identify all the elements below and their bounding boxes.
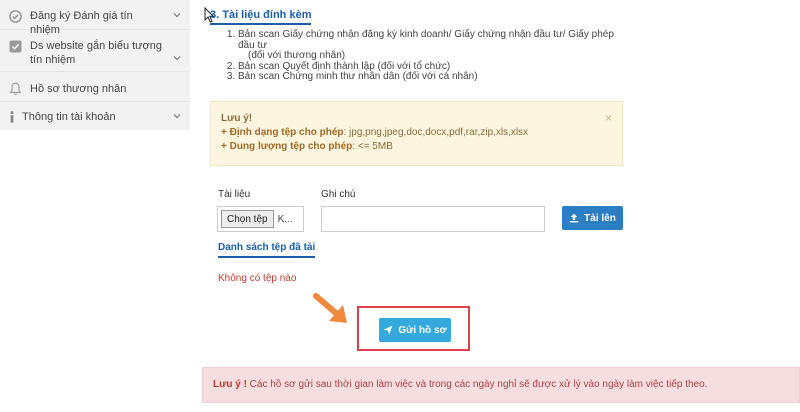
file-rules-notice: Lưu ý! + Định dạng tệp cho phép: jpg,png… [210,101,623,166]
submit-button-label: Gửi hồ sơ [398,324,447,336]
document-requirements-list: Bản scan Giấy chứng nhận đăng ký kinh do… [226,29,626,83]
note-label: Ghi chú [321,189,356,200]
chevron-down-icon [173,55,181,60]
upload-button[interactable]: Tải lên [562,206,623,230]
sidebar-item-label: Thông tin tài khoản [22,111,116,123]
sidebar-item-trust-websites[interactable]: Ds website gắn biểu tượng tín nhiệm [0,30,190,72]
sidebar-item-merchant-profile[interactable]: Hồ sơ thương nhân [0,72,190,102]
choose-file-button[interactable]: Chọn tệp [221,210,274,228]
check-square-icon [8,39,22,53]
allowed-size: + Dung lượng tệp cho phép: <= 5MB [221,141,393,152]
section-title: 3. Tài liệu đính kèm [210,9,312,25]
document-label: Tài liệu [218,189,251,200]
sidebar-item-credit-rating[interactable]: Đăng ký Đánh giá tín nhiệm [0,0,190,36]
arrow-icon [313,293,347,323]
sidebar: Đăng ký Đánh giá tín nhiệm Ds website gắ… [0,0,190,130]
info-icon [8,110,16,124]
no-files-message: Không có tệp nào [218,273,297,284]
file-input[interactable]: Chọn tệp K... [217,206,304,232]
upload-button-label: Tải lên [584,212,616,224]
allowed-formats: + Định dạng tệp cho phép: jpg,png,jpeg,d… [221,127,529,138]
processing-time-notice: Lưu ý ! Các hồ sơ gửi sau thời gian làm … [202,367,800,403]
sidebar-item-label: Ds website gắn biểu tượng tín nhiệm [30,40,162,66]
send-icon [383,325,393,335]
chevron-down-icon [173,114,181,119]
list-item: Bản scan Giấy chứng nhận đăng ký kinh do… [238,29,626,62]
sidebar-item-label: Hồ sơ thương nhân [30,83,127,95]
notice-label: Lưu ý ! [213,379,247,390]
chevron-down-icon [173,12,181,17]
close-icon[interactable]: × [605,111,612,125]
sidebar-item-account-info[interactable]: Thông tin tài khoản [0,102,190,130]
check-circle-icon [8,9,22,23]
upload-icon [569,213,579,223]
uploaded-files-title: Danh sách tệp đã tải [218,242,316,258]
submit-profile-button[interactable]: Gửi hồ sơ [379,318,451,342]
bell-icon [8,82,22,96]
notice-title: Lưu ý! [221,113,253,124]
note-input[interactable] [321,206,545,232]
notice-text: Các hồ sơ gửi sau thời gian làm việc và … [246,379,708,390]
list-item: Bản scan Chứng minh thư nhân dân (đối vớ… [238,71,626,83]
file-name: K... [277,213,293,225]
